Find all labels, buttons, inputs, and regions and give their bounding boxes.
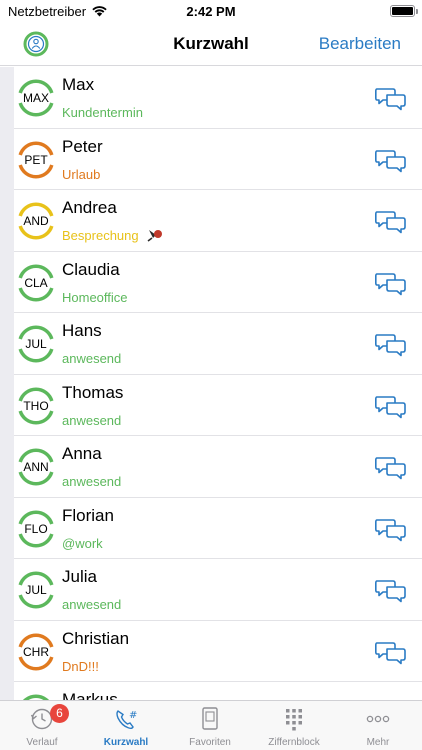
contact-status: anwesend bbox=[62, 474, 122, 489]
svg-text:#: # bbox=[129, 710, 137, 721]
contact-row[interactable]: Markus bbox=[0, 682, 422, 700]
contact-initials: ANN bbox=[23, 460, 49, 474]
chat-icon[interactable] bbox=[375, 272, 407, 296]
contact-initials: FLO bbox=[24, 521, 48, 536]
contact-avatar bbox=[15, 692, 57, 700]
contact-initials: CHR bbox=[23, 644, 49, 659]
chat-icon[interactable] bbox=[375, 149, 407, 173]
contact-avatar: MAX bbox=[15, 77, 57, 119]
presence-ring-icon bbox=[23, 694, 49, 700]
contact-status: @work bbox=[62, 535, 103, 551]
chat-icon[interactable] bbox=[375, 87, 407, 111]
tab-favoriten[interactable]: Favoriten bbox=[168, 701, 252, 750]
contact-avatar: CLA bbox=[15, 262, 57, 304]
chat-icon[interactable] bbox=[375, 333, 407, 357]
chat-icon[interactable] bbox=[375, 641, 407, 665]
tab-label: Ziffernblock bbox=[268, 737, 320, 748]
contact-name: Peter bbox=[62, 136, 103, 156]
contact-avatar: JUL bbox=[15, 323, 57, 365]
contact-name: Anna bbox=[62, 444, 102, 463]
contact-avatar: JUL bbox=[15, 569, 57, 611]
contact-avatar: PET bbox=[15, 139, 57, 181]
tab-label: Mehr bbox=[366, 737, 390, 748]
clock: 2:42 PM bbox=[186, 4, 236, 19]
contact-initials: MAX bbox=[22, 91, 49, 105]
contact-avatar: FLO bbox=[15, 508, 57, 550]
contact-initials: CLA bbox=[24, 275, 48, 290]
contact-status: DnD!!! bbox=[62, 658, 99, 674]
contact-status: Besprechung bbox=[62, 228, 139, 243]
battery-icon bbox=[390, 5, 418, 17]
contact-row[interactable]: ANN Anna anwesend bbox=[0, 436, 422, 498]
contact-name: Claudia bbox=[62, 259, 120, 279]
notification-badge: 6 bbox=[50, 704, 69, 723]
contact-row[interactable]: PET Peter Urlaub bbox=[0, 129, 422, 190]
favorites-icon bbox=[202, 707, 218, 730]
contact-row[interactable]: MAX Max Kundentermin bbox=[0, 67, 422, 129]
status-bar: Netzbetreiber 2:42 PM bbox=[0, 0, 422, 22]
more-icon bbox=[366, 715, 390, 723]
contact-initials: JUL bbox=[25, 337, 47, 351]
contact-initials: JUL bbox=[25, 583, 47, 597]
chat-icon[interactable] bbox=[375, 395, 407, 419]
contact-name: Florian bbox=[62, 505, 114, 525]
tab-label: Kurzwahl bbox=[103, 737, 149, 748]
microphone-icon bbox=[147, 230, 162, 242]
contact-status: anwesend bbox=[62, 597, 122, 612]
contact-row[interactable]: JUL Hans anwesend bbox=[0, 313, 422, 375]
contact-name: Christian bbox=[62, 628, 130, 648]
contact-avatar: AND bbox=[15, 200, 57, 242]
contact-row[interactable]: THO Thomas anwesend bbox=[0, 375, 422, 436]
contact-row[interactable]: CHR Christian DnD!!! bbox=[0, 621, 422, 682]
tab-bar: 6 Verlauf # Kurzwahl Favoriten Ziffernbl… bbox=[0, 700, 422, 750]
contact-row[interactable]: AND Andrea Besprechung bbox=[0, 190, 422, 252]
edit-button[interactable]: Bearbeiten bbox=[319, 34, 401, 54]
contact-name: Andrea bbox=[62, 198, 117, 217]
contact-initials: AND bbox=[23, 214, 49, 228]
contact-avatar: ANN bbox=[15, 446, 57, 488]
contact-row[interactable]: JUL Julia anwesend bbox=[0, 559, 422, 621]
contact-status: Kundentermin bbox=[62, 105, 143, 120]
chat-icon[interactable] bbox=[375, 518, 407, 542]
contact-avatar: CHR bbox=[15, 631, 57, 673]
contact-name: Julia bbox=[62, 567, 97, 586]
contact-status: anwesend bbox=[62, 412, 122, 428]
contact-status: anwesend bbox=[62, 351, 122, 366]
navigation-bar: Kurzwahl Bearbeiten bbox=[0, 22, 422, 66]
contact-name: Markus bbox=[62, 690, 118, 700]
speed-dial-icon: # bbox=[116, 710, 137, 730]
contact-avatar: THO bbox=[15, 385, 57, 427]
tab-label: Favoriten bbox=[189, 737, 231, 748]
contact-row[interactable]: CLA Claudia Homeoffice bbox=[0, 252, 422, 313]
tab-mehr[interactable]: Mehr bbox=[336, 701, 420, 750]
tab-verlauf[interactable]: 6 Verlauf bbox=[0, 701, 84, 750]
tab-ziffernblock[interactable]: Ziffernblock bbox=[252, 701, 336, 750]
contact-status: Urlaub bbox=[62, 166, 101, 182]
tab-label: Verlauf bbox=[26, 737, 58, 748]
chat-icon[interactable] bbox=[375, 210, 407, 234]
tab-kurzwahl[interactable]: # Kurzwahl bbox=[84, 701, 168, 750]
contact-initials: THO bbox=[23, 398, 49, 413]
contact-status: Homeoffice bbox=[62, 289, 128, 305]
contact-name: Max bbox=[62, 75, 95, 94]
contact-name: Thomas bbox=[62, 382, 124, 402]
contact-initials: PET bbox=[24, 152, 48, 167]
contact-row[interactable]: FLO Florian @work bbox=[0, 498, 422, 559]
keypad-icon bbox=[286, 709, 302, 731]
chat-icon[interactable] bbox=[375, 456, 407, 480]
speed-dial-list[interactable]: MAX Max Kundentermin PET Peter Urlaub AND Andre… bbox=[0, 67, 422, 700]
chat-icon[interactable] bbox=[375, 579, 407, 603]
contact-name: Hans bbox=[62, 321, 102, 340]
